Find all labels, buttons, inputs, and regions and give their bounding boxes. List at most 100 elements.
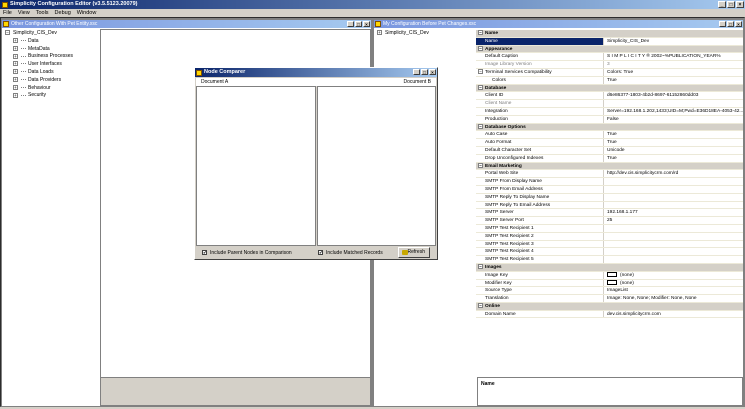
property-value[interactable]: False xyxy=(604,116,743,123)
property-category[interactable]: − Images xyxy=(476,263,743,272)
property-category[interactable]: − Database Options xyxy=(476,123,743,132)
property-value[interactable]: True xyxy=(604,155,743,162)
property-row[interactable]: Auto Case True xyxy=(476,131,743,140)
tree-root-node[interactable]: + Simplicity_CIS_Dev xyxy=(377,30,429,38)
property-row[interactable]: Drop Unconfigured Indexes True xyxy=(476,154,743,163)
include-parent-nodes-checkbox[interactable]: ✔ Include Parent Nodes in Comparison xyxy=(202,250,292,256)
right-pane-minimize-button[interactable]: _ xyxy=(719,21,726,27)
tree-item-security[interactable]: + Security xyxy=(5,92,73,100)
property-value[interactable] xyxy=(604,225,743,232)
property-category[interactable]: − Database xyxy=(476,84,743,93)
property-row[interactable]: Translation Image: None, None; Modifier: … xyxy=(476,295,743,303)
tree-item-user-interfaces[interactable]: + User Interfaces xyxy=(5,61,73,69)
property-value[interactable] xyxy=(604,178,743,185)
expand-icon[interactable]: + xyxy=(13,53,18,59)
expand-icon[interactable]: + xyxy=(377,30,382,36)
property-row[interactable]: SMTP Reply To Email Address xyxy=(476,201,743,210)
property-value[interactable]: 192.168.1.177 xyxy=(604,209,743,216)
property-value[interactable]: ImageList xyxy=(604,287,743,294)
property-row[interactable]: − Terminal Services Compatibility Colors: … xyxy=(476,68,743,77)
tree-item-data[interactable]: + Data xyxy=(5,38,73,46)
property-value[interactable]: Colors: True xyxy=(604,69,743,76)
property-value[interactable] xyxy=(604,194,743,201)
collapse-icon[interactable]: − xyxy=(478,84,483,90)
menu-tools[interactable]: Tools xyxy=(36,9,49,17)
property-value[interactable] xyxy=(604,256,743,263)
property-row[interactable]: Domain Name dev.cis.simplicitycrm.com xyxy=(476,310,743,319)
property-value[interactable]: True xyxy=(604,131,743,138)
property-row[interactable]: Integration Server=192.168.1.202,1433;UID… xyxy=(476,107,743,116)
minimize-button[interactable]: _ xyxy=(718,1,726,8)
property-row[interactable]: Client Name xyxy=(476,100,743,108)
property-value[interactable] xyxy=(604,100,743,107)
expand-icon[interactable]: + xyxy=(13,45,18,51)
property-value[interactable] xyxy=(604,186,743,193)
property-row[interactable]: SMTP Test Recipient 5 xyxy=(476,256,743,264)
property-value[interactable]: True xyxy=(604,139,743,146)
left-pane-close-button[interactable]: × xyxy=(363,21,370,27)
menu-view[interactable]: View xyxy=(18,9,30,17)
expand-icon[interactable]: + xyxy=(13,37,18,43)
collapse-icon[interactable]: − xyxy=(478,123,483,129)
collapse-icon[interactable]: − xyxy=(478,162,483,168)
property-row[interactable]: Portal Web Site http://dev.cis.simplicity… xyxy=(476,170,743,179)
property-value[interactable]: 25 xyxy=(604,217,743,224)
property-row[interactable]: Auto Format True xyxy=(476,139,743,147)
property-value[interactable]: True xyxy=(604,77,743,84)
property-row[interactable]: Default Character Set Unicode xyxy=(476,146,743,155)
property-row[interactable]: SMTP Test Recipient 2 xyxy=(476,232,743,241)
property-category[interactable]: − Name xyxy=(476,30,743,38)
expand-icon[interactable]: + xyxy=(13,84,18,90)
property-value[interactable]: S I M P L I C I T Y ® 2002~%PUBLICATION_… xyxy=(604,53,743,60)
tree-item-data-loads[interactable]: + Data Loads xyxy=(5,69,73,77)
property-value[interactable]: Simplicity_CIS_Dev xyxy=(604,38,743,45)
property-row[interactable]: Image Library Version 3 xyxy=(476,61,743,69)
property-value[interactable] xyxy=(604,248,743,255)
property-row[interactable]: SMTP Test Recipient 1 xyxy=(476,224,743,233)
expand-icon[interactable]: + xyxy=(13,61,18,67)
include-matched-records-checkbox[interactable]: ✔ Include Matched Records xyxy=(318,250,383,256)
property-row[interactable]: SMTP Server 192.168.1.177 xyxy=(476,209,743,218)
tree-item-data-providers[interactable]: + Data Providers xyxy=(5,77,73,85)
tree-root-node[interactable]: − Simplicity_CIS_Dev xyxy=(5,30,73,38)
property-row[interactable]: Default Caption S I M P L I C I T Y ® 200… xyxy=(476,53,743,62)
collapse-icon[interactable]: − xyxy=(478,69,483,75)
property-value[interactable]: d6e86377-1803-4b2d-8697-61152860dd03 xyxy=(604,92,743,99)
property-category[interactable]: − Appearance xyxy=(476,45,743,54)
collapse-icon[interactable]: − xyxy=(478,303,483,309)
property-row[interactable]: SMTP Reply To Display Name xyxy=(476,193,743,202)
collapse-icon[interactable]: − xyxy=(5,30,10,36)
property-row[interactable]: SMTP From Email Address xyxy=(476,185,743,194)
property-value[interactable]: http://dev.cis.simplicitycrm.com/rd xyxy=(604,170,743,177)
property-row[interactable]: Source Type ImageList xyxy=(476,287,743,296)
expand-icon[interactable]: + xyxy=(13,92,18,98)
property-row[interactable]: SMTP From Display Name xyxy=(476,178,743,186)
property-value[interactable]: (none) xyxy=(604,279,743,287)
property-value[interactable] xyxy=(604,202,743,209)
left-pane-minimize-button[interactable]: _ xyxy=(347,21,354,27)
dialog-maximize-button[interactable]: □ xyxy=(421,69,428,75)
property-row[interactable]: Image Key (none) xyxy=(476,271,743,280)
property-value[interactable]: 3 xyxy=(604,61,743,68)
property-category[interactable]: − Online xyxy=(476,302,743,311)
property-value[interactable]: Server=192.168.1.202,1433;UID=M;Pwd=E36D… xyxy=(604,108,743,115)
property-value[interactable]: (none) xyxy=(604,271,743,279)
collapse-icon[interactable]: − xyxy=(478,264,483,270)
collapse-icon[interactable]: − xyxy=(478,45,483,51)
property-row[interactable]: SMTP Test Recipient 3 xyxy=(476,240,743,249)
checkbox-checked-icon[interactable]: ✔ xyxy=(318,250,323,255)
property-row[interactable]: SMTP Test Recipient 4 xyxy=(476,248,743,257)
left-pane-maximize-button[interactable]: □ xyxy=(355,21,362,27)
tree-item-business-processes[interactable]: + Business Processes xyxy=(5,53,73,61)
property-value[interactable]: Unicode xyxy=(604,147,743,154)
property-category[interactable]: − Email Marketing xyxy=(476,162,743,171)
checkbox-checked-icon[interactable]: ✔ xyxy=(202,250,207,255)
tree-item-behaviour[interactable]: + Behaviour xyxy=(5,85,73,93)
close-button[interactable]: × xyxy=(736,1,744,8)
property-row[interactable]: Client ID d6e86377-1803-4b2d-8697-6115286… xyxy=(476,92,743,101)
property-value[interactable] xyxy=(604,241,743,248)
property-row[interactable]: Production False xyxy=(476,115,743,124)
menu-file[interactable]: File xyxy=(3,9,12,17)
property-value[interactable]: dev.cis.simplicitycrm.com xyxy=(604,311,743,318)
property-row[interactable]: Name Simplicity_CIS_Dev xyxy=(476,37,743,46)
